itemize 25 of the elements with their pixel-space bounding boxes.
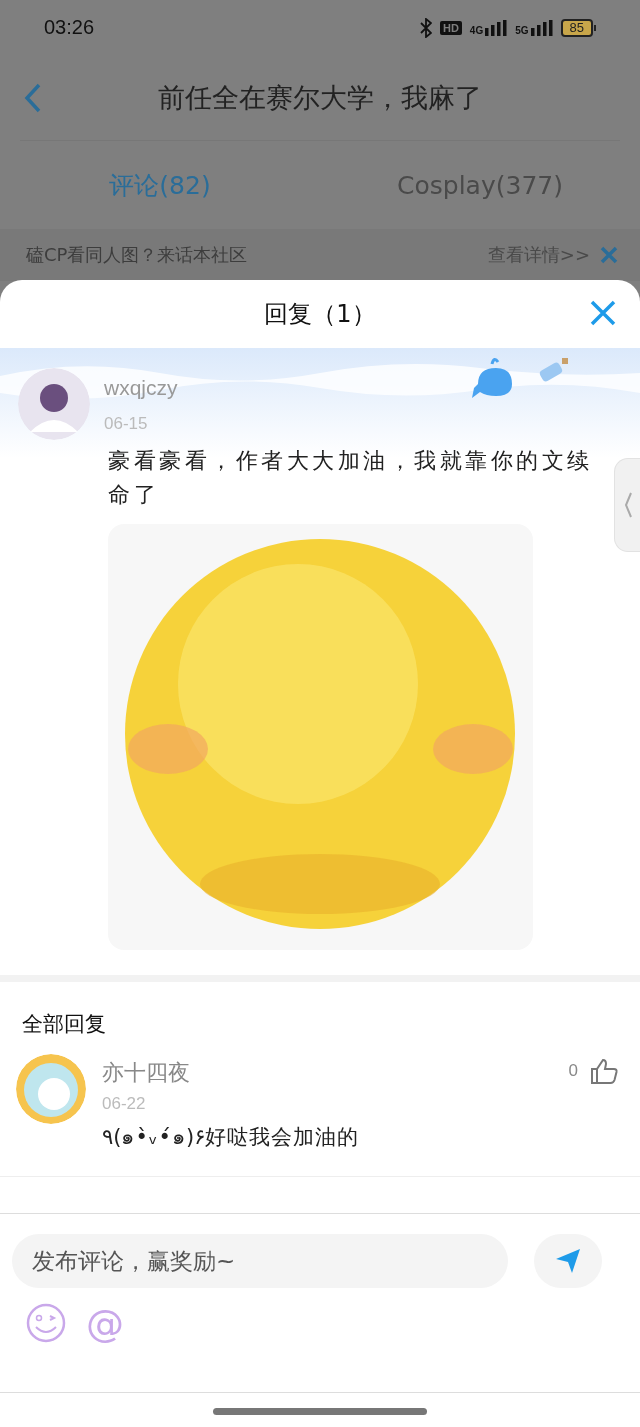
reply-text: ٩(๑•̀ᵥ•́๑)۶好哒我会加油的 (102, 1124, 361, 1151)
battery-icon: 85 (560, 18, 596, 37)
tab[interactable]: 评论(82) (0, 141, 320, 229)
comment-text: 豪看豪看，作者大大加油，我就靠你的文续命了 (108, 447, 594, 509)
back-icon[interactable] (24, 82, 42, 113)
emoji-icon[interactable] (26, 1303, 66, 1343)
comment-input[interactable]: 发布评论，赢奖励~ (12, 1234, 508, 1288)
page-title: 前任全在赛尔大学，我麻了 (157, 80, 483, 115)
username[interactable]: 亦十四夜 (102, 1054, 569, 1088)
reply-date: 06-22 (102, 1094, 147, 1114)
close-icon[interactable] (600, 246, 618, 264)
send-icon[interactable] (554, 1247, 582, 1275)
side-handle[interactable] (614, 458, 640, 552)
thumbs-up-icon[interactable] (590, 1057, 618, 1085)
status-time: 03:26 (44, 16, 95, 39)
sheet-title: 回复（1） (264, 299, 376, 330)
mention-button[interactable]: @ (86, 1302, 124, 1344)
comment-date: 06-15 (104, 414, 149, 434)
like-count: 0 (568, 1061, 578, 1081)
username[interactable]: wxqjczy (104, 376, 178, 400)
hd-badge: HD (439, 20, 462, 35)
banner-text: 磕CP看同人图？来话本社区 (26, 243, 249, 267)
bluetooth-icon (419, 17, 432, 38)
avatar[interactable] (18, 368, 90, 440)
section-title: 全部回复 (21, 1011, 107, 1038)
